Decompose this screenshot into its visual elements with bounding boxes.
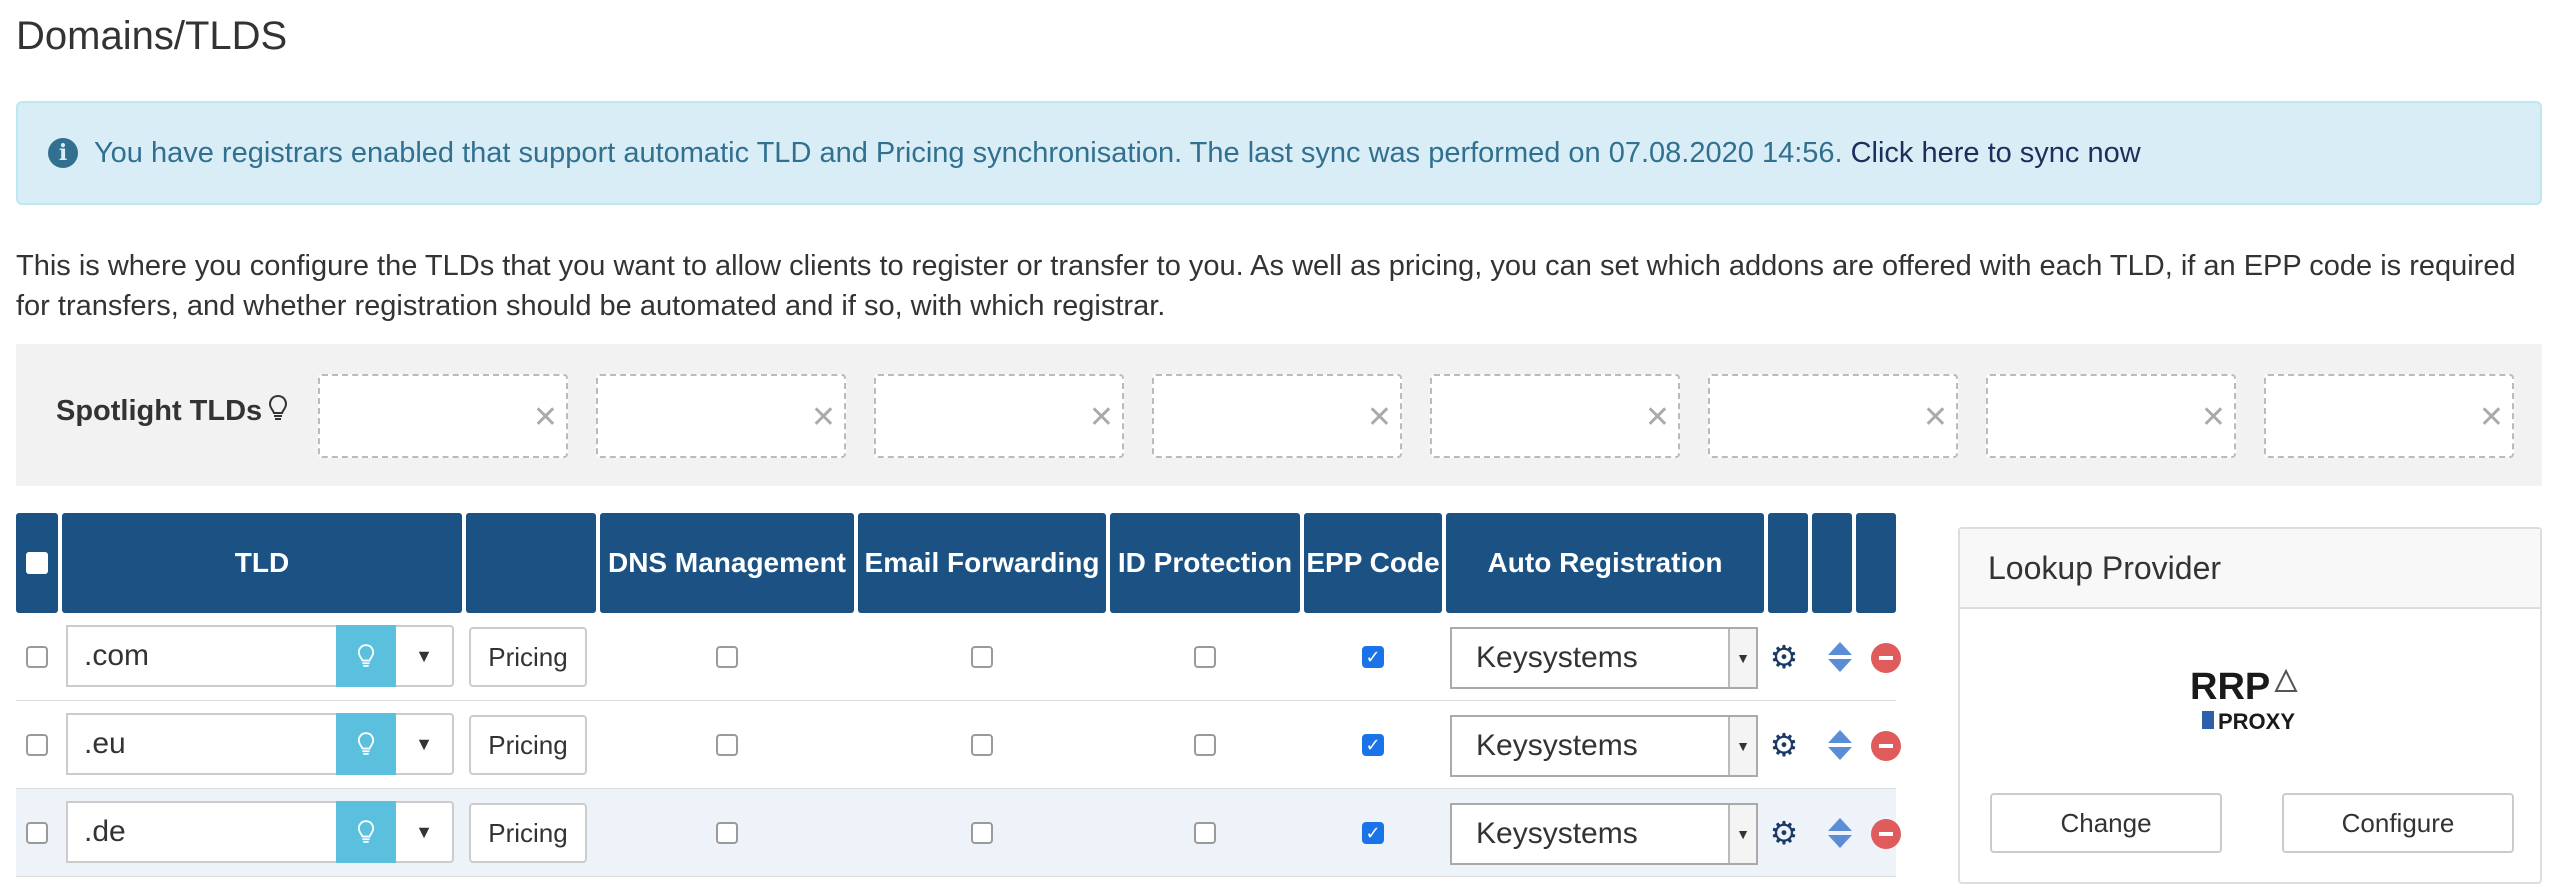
sort-icon[interactable] xyxy=(1827,641,1859,673)
select-arrow-icon: ▼ xyxy=(1728,629,1756,687)
spotlight-slot[interactable]: ✕ xyxy=(1152,374,1402,458)
dns-management-checkbox[interactable] xyxy=(716,734,738,756)
header-remove xyxy=(1856,513,1896,613)
clear-icon[interactable]: ✕ xyxy=(533,400,558,435)
pricing-button[interactable]: Pricing xyxy=(469,803,587,863)
dns-management-checkbox[interactable] xyxy=(716,646,738,668)
header-sort xyxy=(1812,513,1852,613)
clear-icon[interactable]: ✕ xyxy=(1089,400,1114,435)
spotlight-label: Spotlight TLDs xyxy=(56,394,288,429)
gear-icon[interactable]: ⚙ xyxy=(1768,817,1800,849)
gear-icon[interactable]: ⚙ xyxy=(1768,729,1800,761)
sort-icon[interactable] xyxy=(1827,729,1859,761)
pricing-button[interactable]: Pricing xyxy=(469,715,587,775)
clear-icon[interactable]: ✕ xyxy=(1367,400,1392,435)
header-settings xyxy=(1768,513,1808,613)
tld-table: TLD DNS Management Email Forwarding ID P… xyxy=(16,513,1901,878)
header-id-protection: ID Protection xyxy=(1110,513,1300,613)
registrar-value: Keysystems xyxy=(1476,729,1638,762)
clear-icon[interactable]: ✕ xyxy=(811,400,836,435)
spotlight-tlds-bar: Spotlight TLDs ✕ ✕ ✕ ✕ ✕ ✕ ✕ ✕ xyxy=(16,344,2542,486)
id-protection-checkbox[interactable] xyxy=(1194,734,1216,756)
row-select-checkbox[interactable] xyxy=(26,734,48,756)
auto-registration-select[interactable]: Keysystems ▼ xyxy=(1450,803,1758,865)
registrar-value: Keysystems xyxy=(1476,817,1638,850)
change-button[interactable]: Change xyxy=(1990,793,2222,853)
spotlight-slot[interactable]: ✕ xyxy=(2264,374,2514,458)
lookup-provider-panel: Lookup Provider RRP PROXY Change Configu… xyxy=(1958,527,2542,884)
remove-icon[interactable] xyxy=(1871,731,1901,761)
spotlight-slot[interactable]: ✕ xyxy=(1430,374,1680,458)
epp-code-checkbox[interactable]: ✓ xyxy=(1362,734,1384,756)
lookup-provider-title: Lookup Provider xyxy=(1960,529,2540,609)
email-forwarding-checkbox[interactable] xyxy=(971,822,993,844)
dns-management-checkbox[interactable] xyxy=(716,822,738,844)
pricing-button[interactable]: Pricing xyxy=(469,627,587,687)
tld-input[interactable]: .com xyxy=(66,625,336,687)
alert-message: You have registrars enabled that support… xyxy=(94,136,1843,169)
logo-subtext: PROXY xyxy=(2218,709,2295,734)
sync-alert: i You have registrars enabled that suppo… xyxy=(16,101,2542,205)
spotlight-slot[interactable]: ✕ xyxy=(596,374,846,458)
select-arrow-icon: ▼ xyxy=(1728,805,1756,863)
gear-icon[interactable]: ⚙ xyxy=(1768,641,1800,673)
auto-registration-select[interactable]: Keysystems ▼ xyxy=(1450,715,1758,777)
email-forwarding-checkbox[interactable] xyxy=(971,646,993,668)
chevron-down-icon[interactable]: ▼ xyxy=(396,625,454,687)
spotlight-slot[interactable]: ✕ xyxy=(1986,374,2236,458)
tld-input[interactable]: .eu xyxy=(66,713,336,775)
row-select-checkbox[interactable] xyxy=(26,822,48,844)
clear-icon[interactable]: ✕ xyxy=(1645,400,1670,435)
table-row: .com ▼ Pricing ✓ Keysystems ▼ ⚙ xyxy=(16,613,1901,701)
logo-text: RRP xyxy=(2190,666,2270,708)
registrar-value: Keysystems xyxy=(1476,641,1638,674)
spotlight-toggle-button[interactable] xyxy=(336,713,396,775)
page-description: This is where you configure the TLDs tha… xyxy=(16,250,2516,322)
sync-now-link[interactable]: Click here to sync now xyxy=(1851,137,2141,170)
spotlight-toggle-button[interactable] xyxy=(336,801,396,863)
configure-button[interactable]: Configure xyxy=(2282,793,2514,853)
tld-input[interactable]: .de xyxy=(66,801,336,863)
header-auto-registration: Auto Registration xyxy=(1446,513,1764,613)
tld-input-group: .eu ▼ xyxy=(66,713,454,775)
id-protection-checkbox[interactable] xyxy=(1194,646,1216,668)
epp-code-checkbox[interactable]: ✓ xyxy=(1362,822,1384,844)
clear-icon[interactable]: ✕ xyxy=(2479,400,2504,435)
chevron-down-icon[interactable]: ▼ xyxy=(396,801,454,863)
select-all-checkbox[interactable] xyxy=(26,552,48,574)
header-email-forwarding: Email Forwarding xyxy=(858,513,1106,613)
header-epp-code: EPP Code xyxy=(1304,513,1442,613)
header-tld: TLD xyxy=(62,513,462,613)
clear-icon[interactable]: ✕ xyxy=(2201,400,2226,435)
remove-icon[interactable] xyxy=(1871,643,1901,673)
auto-registration-select[interactable]: Keysystems ▼ xyxy=(1450,627,1758,689)
select-arrow-icon: ▼ xyxy=(1728,717,1756,775)
sort-icon[interactable] xyxy=(1827,817,1859,849)
tld-input-group: .com ▼ xyxy=(66,625,454,687)
header-pricing xyxy=(466,513,596,613)
id-protection-checkbox[interactable] xyxy=(1194,822,1216,844)
tld-input-group: .de ▼ xyxy=(66,801,454,863)
clear-icon[interactable]: ✕ xyxy=(1923,400,1948,435)
table-row: .eu ▼ Pricing ✓ Keysystems ▼ ⚙ xyxy=(16,701,1901,789)
rrpproxy-logo: RRP PROXY xyxy=(2190,666,2298,734)
spotlight-slot[interactable]: ✕ xyxy=(1708,374,1958,458)
epp-code-checkbox[interactable]: ✓ xyxy=(1362,646,1384,668)
page-title: Domains/TLDS xyxy=(16,14,288,58)
table-row: .de ▼ Pricing ✓ Keysystems ▼ ⚙ xyxy=(16,789,1901,877)
header-dns-management: DNS Management xyxy=(600,513,854,613)
spotlight-toggle-button[interactable] xyxy=(336,625,396,687)
email-forwarding-checkbox[interactable] xyxy=(971,734,993,756)
spotlight-label-text: Spotlight TLDs xyxy=(56,395,263,427)
chevron-down-icon[interactable]: ▼ xyxy=(396,713,454,775)
info-circle-icon: i xyxy=(48,138,78,168)
spotlight-slot[interactable]: ✕ xyxy=(318,374,568,458)
select-all-header xyxy=(16,513,58,613)
lightbulb-icon xyxy=(268,394,288,429)
row-select-checkbox[interactable] xyxy=(26,646,48,668)
remove-icon[interactable] xyxy=(1871,819,1901,849)
spotlight-slot[interactable]: ✕ xyxy=(874,374,1124,458)
